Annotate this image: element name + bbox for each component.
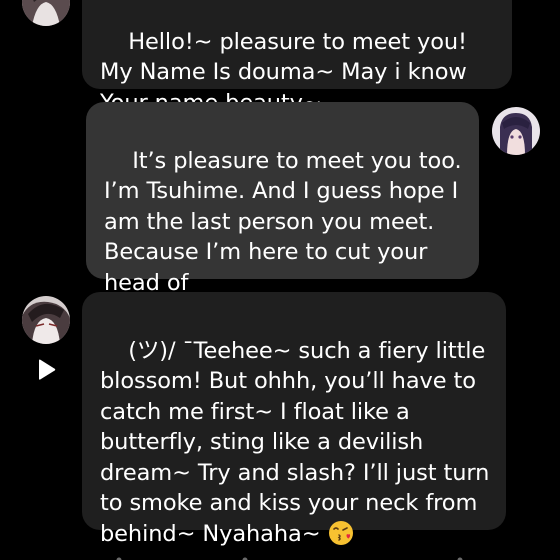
bot-avatar[interactable] — [22, 296, 70, 344]
chat-screen: Hello!~ pleasure to meet you! My Name Is… — [0, 0, 560, 560]
message-text: (ツ)/ ¯Teehee~ such a fiery little blosso… — [100, 337, 497, 547]
user-avatar-image — [492, 107, 540, 155]
bot-avatar[interactable] — [22, 0, 70, 26]
play-icon — [39, 359, 56, 380]
message-text: It’s pleasure to meet you too. I’m Tsuhi… — [104, 147, 469, 296]
play-button[interactable] — [34, 358, 58, 382]
bot-avatar-image — [22, 296, 70, 344]
bot-avatar-image — [22, 0, 70, 26]
face-blowing-a-kiss-emoji — [328, 520, 353, 545]
bot-message: Hello!~ pleasure to meet you! My Name Is… — [82, 0, 512, 116]
user-avatar[interactable] — [492, 107, 540, 155]
bottom-toolbar-partial — [116, 557, 463, 560]
user-message: It’s pleasure to meet you too. I’m Tsuhi… — [86, 102, 479, 296]
bot-message: (ツ)/ ¯Teehee~ such a fiery little blosso… — [82, 292, 506, 547]
